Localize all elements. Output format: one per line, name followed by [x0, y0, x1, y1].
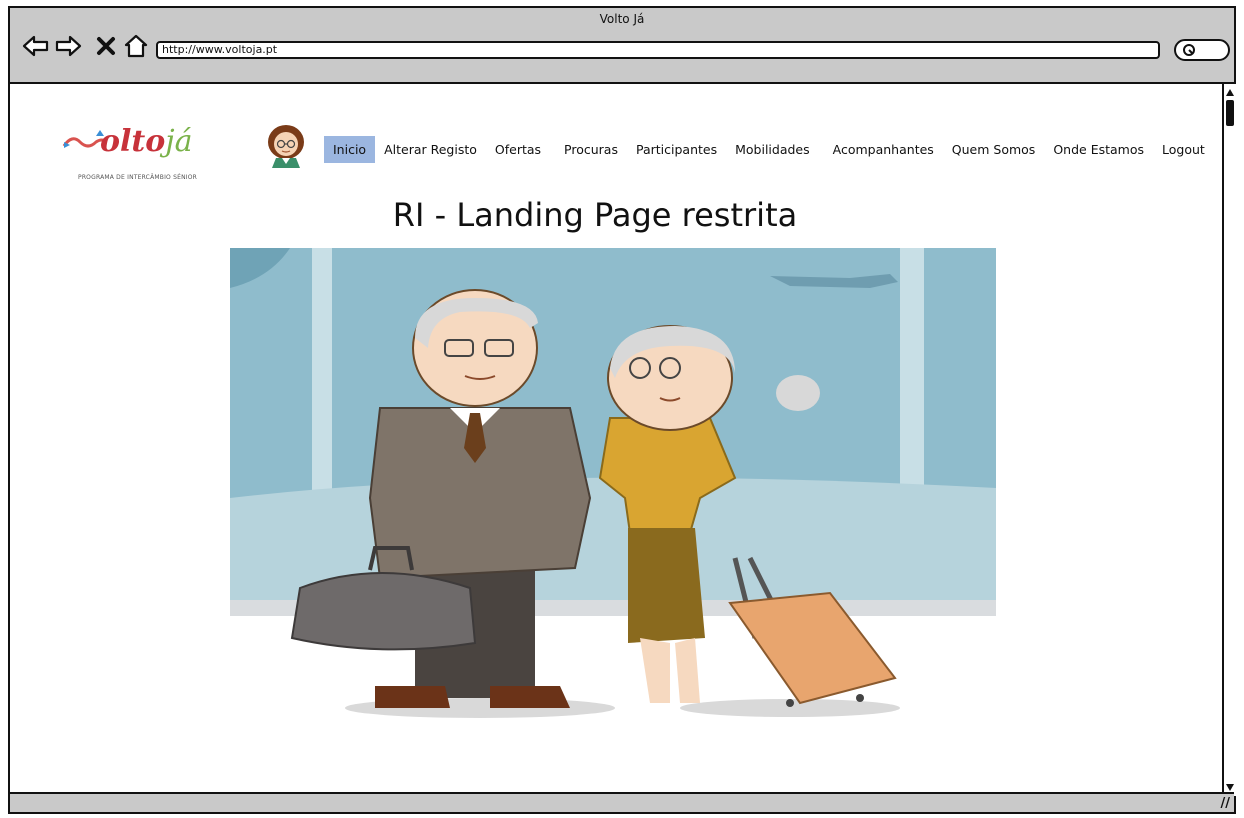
hero-illustration [230, 248, 996, 718]
menu-item-participantes[interactable]: Participantes [627, 136, 726, 163]
main-menu: Inicio Alterar Registo Ofertas Procuras … [324, 136, 1214, 163]
menu-item-inicio[interactable]: Inicio [324, 136, 376, 163]
back-arrow-icon[interactable] [22, 32, 50, 60]
menu-item-acompanhantes[interactable]: Acompanhantes [819, 136, 943, 163]
url-input[interactable]: http://www.voltoja.pt [156, 41, 1160, 59]
menu-item-procuras[interactable]: Procuras [550, 136, 627, 163]
scrollbar-thumb[interactable] [1226, 100, 1234, 126]
menu-item-ofertas[interactable]: Ofertas [486, 136, 550, 163]
home-icon[interactable] [122, 32, 150, 60]
status-bar: // [10, 792, 1234, 812]
browser-window: Volto Já http://www.voltoja.pt oltojá PR… [8, 6, 1236, 814]
search-icon [1183, 44, 1195, 56]
close-icon[interactable] [92, 32, 120, 60]
menu-item-onde-estamos[interactable]: Onde Estamos [1044, 136, 1153, 163]
page-content: oltojá PROGRAMA DE INTERCÂMBIO SÉNIOR In… [10, 84, 1222, 796]
menu-item-mobilidades[interactable]: Mobilidades [726, 136, 819, 163]
menu-item-logout[interactable]: Logout [1153, 136, 1214, 163]
site-logo[interactable]: oltojá PROGRAMA DE INTERCÂMBIO SÉNIOR [60, 122, 220, 182]
search-button[interactable] [1174, 39, 1230, 61]
logo-wordmark: oltojá [100, 124, 193, 159]
resize-grip-icon[interactable]: // [1221, 796, 1231, 811]
menu-item-alterar-registo[interactable]: Alterar Registo [375, 136, 486, 163]
scroll-up-icon[interactable] [1224, 86, 1236, 100]
avatar-icon[interactable] [266, 124, 306, 168]
forward-arrow-icon[interactable] [54, 32, 82, 60]
logo-tagline: PROGRAMA DE INTERCÂMBIO SÉNIOR [78, 174, 198, 181]
window-title: Volto Já [599, 12, 645, 26]
vertical-scrollbar[interactable] [1222, 84, 1236, 796]
browser-toolbar: Volto Já http://www.voltoja.pt [10, 8, 1234, 84]
page-title: RI - Landing Page restrita [392, 196, 798, 234]
menu-item-quem-somos[interactable]: Quem Somos [943, 136, 1045, 163]
